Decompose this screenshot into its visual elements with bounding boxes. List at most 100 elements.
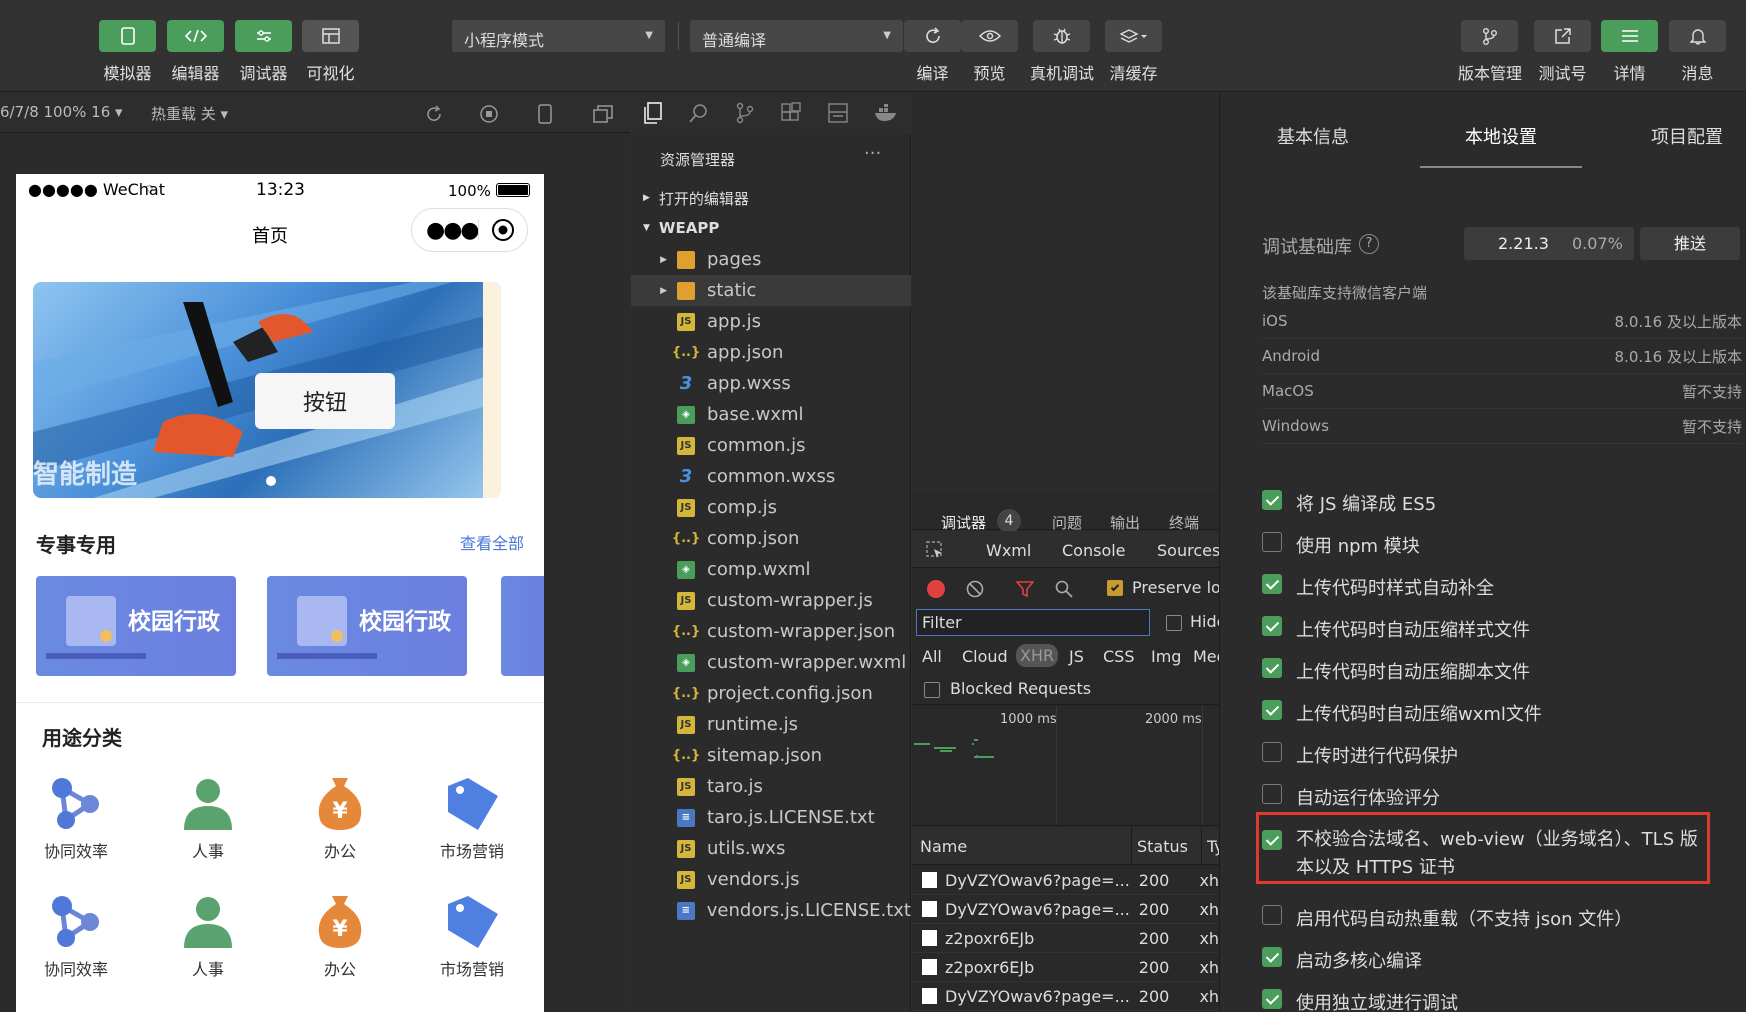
type-img[interactable]: Img <box>1151 647 1181 666</box>
file-item[interactable]: JS common.js <box>631 430 911 461</box>
docker-icon[interactable] <box>874 104 898 122</box>
lib-version-select[interactable]: 2.21.3 0.07% <box>1464 227 1634 260</box>
more-icon[interactable]: ··· <box>864 143 881 164</box>
record-icon[interactable] <box>927 580 945 598</box>
more-icon[interactable]: ●●● <box>426 218 480 243</box>
file-item[interactable]: 3 app.wxss <box>631 368 911 399</box>
file-item[interactable]: {..} comp.json <box>631 523 911 554</box>
hide-data-urls-checkbox[interactable] <box>1166 615 1182 631</box>
details-toggle-button[interactable] <box>1601 20 1658 52</box>
network-request-row[interactable]: DyVZYOwav6?page=... 200 xhr <box>912 982 1219 1011</box>
test-account-button[interactable] <box>1534 20 1591 52</box>
help-icon[interactable]: ? <box>1359 234 1379 254</box>
stop-icon[interactable] <box>479 104 499 124</box>
tab-wxml[interactable]: Wxml <box>986 541 1031 560</box>
swiper-dot[interactable] <box>266 476 276 486</box>
checkbox[interactable] <box>1262 616 1282 636</box>
file-item[interactable]: 3 common.wxss <box>631 461 911 492</box>
file-item[interactable]: ◈ base.wxml <box>631 399 911 430</box>
category-item[interactable]: 协同效率 <box>21 774 131 862</box>
editor-toggle-button[interactable] <box>167 20 224 52</box>
setting-option[interactable]: 启用代码自动热重载（不支持 json 文件） <box>1262 905 1632 931</box>
file-item[interactable]: JS vendors.js <box>631 864 911 895</box>
file-item[interactable]: {..} project.config.json <box>631 678 911 709</box>
category-item[interactable]: 市场营销 <box>417 892 527 980</box>
messages-button[interactable] <box>1669 20 1726 52</box>
file-item[interactable]: {..} app.json <box>631 337 911 368</box>
setting-option[interactable]: 将 JS 编译成 ES5 <box>1262 490 1436 516</box>
category-item[interactable]: 市场营销 <box>417 774 527 862</box>
real-device-debug-button[interactable] <box>1033 20 1090 52</box>
preview-button[interactable] <box>961 20 1018 52</box>
checkbox[interactable] <box>1262 989 1282 1009</box>
search-icon[interactable] <box>688 102 710 124</box>
filter-icon[interactable] <box>1016 580 1034 598</box>
project-section[interactable]: ▼ WEAPP <box>631 213 911 243</box>
network-request-row[interactable]: DyVZYOwav6?page=... 200 xhr <box>912 866 1219 895</box>
service-card-partial[interactable] <box>501 576 544 676</box>
push-button[interactable]: 推送 <box>1640 227 1740 260</box>
type-all[interactable]: All <box>922 647 942 666</box>
type-xhr[interactable]: XHR <box>1016 644 1059 667</box>
filter-input[interactable]: Filter <box>916 609 1150 636</box>
service-card[interactable]: 校园行政 <box>267 576 467 676</box>
tab-sources[interactable]: Sources <box>1157 541 1219 560</box>
tab-terminal[interactable]: 终端 <box>1169 512 1199 533</box>
category-item[interactable]: ¥ 办公 <box>285 774 395 862</box>
tab-output[interactable]: 输出 <box>1110 512 1140 533</box>
git-icon[interactable] <box>735 102 755 124</box>
file-item[interactable]: JS custom-wrapper.js <box>631 585 911 616</box>
setting-option[interactable]: 启动多核心编译 <box>1262 947 1422 973</box>
network-request-row[interactable]: z2poxr6EJb 200 xhr <box>912 924 1219 953</box>
tab-debugger[interactable]: 调试器 <box>941 512 986 533</box>
compile-button[interactable] <box>904 20 961 52</box>
tab-project-config[interactable]: 项目配置 <box>1651 123 1723 149</box>
category-item[interactable]: 人事 <box>153 892 263 980</box>
setting-option[interactable]: 上传时进行代码保护 <box>1262 742 1458 768</box>
network-request-row[interactable]: z2poxr6EJb 200 xhr <box>912 953 1219 982</box>
search-icon[interactable] <box>1055 580 1073 598</box>
version-control-button[interactable] <box>1461 20 1518 52</box>
col-status[interactable]: Status <box>1137 837 1188 856</box>
category-item[interactable]: 人事 <box>153 774 263 862</box>
tab-console[interactable]: Console <box>1062 541 1126 560</box>
type-css[interactable]: CSS <box>1103 647 1134 666</box>
setting-option[interactable]: 上传代码时自动压缩样式文件 <box>1262 616 1530 642</box>
checkbox[interactable] <box>1262 905 1282 925</box>
checkbox[interactable] <box>1262 532 1282 552</box>
file-item[interactable]: ≡ vendors.js.LICENSE.txt <box>631 895 911 926</box>
file-item[interactable]: {..} custom-wrapper.json <box>631 616 911 647</box>
checkbox[interactable] <box>1262 658 1282 678</box>
service-card[interactable]: 校园行政 <box>36 576 236 676</box>
setting-option[interactable]: 自动运行体验评分 <box>1262 784 1440 810</box>
open-editors-section[interactable]: ▶ 打开的编辑器 <box>631 183 911 213</box>
setting-option[interactable]: 上传代码时样式自动补全 <box>1262 574 1494 600</box>
simulator-toggle-button[interactable] <box>99 20 156 52</box>
compile-select[interactable]: 普通编译 ▼ <box>690 20 903 52</box>
view-all-link[interactable]: 查看全部 <box>460 530 524 554</box>
checkbox[interactable] <box>1262 700 1282 720</box>
checkbox[interactable] <box>1262 784 1282 804</box>
extensions-icon[interactable] <box>780 102 802 124</box>
file-item[interactable]: {..} sitemap.json <box>631 740 911 771</box>
clear-icon[interactable] <box>966 580 984 598</box>
visual-toggle-button[interactable] <box>302 20 359 52</box>
folder-item[interactable]: ▶ pages <box>631 244 911 275</box>
hot-reload-select[interactable]: 热重载 关 ▾ <box>151 103 228 124</box>
mode-select[interactable]: 小程序模式 ▼ <box>452 20 665 52</box>
preserve-log-checkbox[interactable] <box>1107 580 1123 596</box>
rotate-icon[interactable] <box>424 104 444 124</box>
tab-issues[interactable]: 问题 <box>1052 512 1082 533</box>
banner-swiper[interactable]: 按钮 智能制造 <box>33 282 501 498</box>
checkbox[interactable] <box>1262 947 1282 967</box>
category-item[interactable]: ¥ 办公 <box>285 892 395 980</box>
type-media[interactable]: Media <box>1193 647 1219 666</box>
file-item[interactable]: ◈ custom-wrapper.wxml <box>631 647 911 678</box>
col-name[interactable]: Name <box>920 837 967 856</box>
banner-button[interactable]: 按钮 <box>255 373 395 429</box>
checkbox[interactable] <box>1262 574 1282 594</box>
folder-item[interactable]: ▶ static <box>631 275 911 306</box>
device-select[interactable]: 6/7/8 100% 16 ▾ <box>0 103 123 121</box>
setting-option[interactable]: 上传代码时自动压缩wxml文件 <box>1262 700 1542 726</box>
file-item[interactable]: JS utils.wxs <box>631 833 911 864</box>
